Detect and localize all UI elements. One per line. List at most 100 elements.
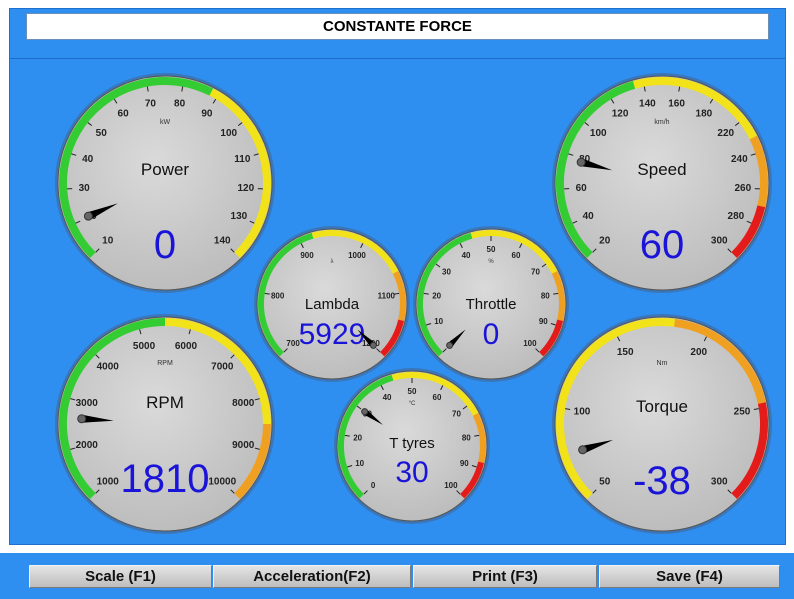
ttyres-tick-label: 100 xyxy=(444,481,458,490)
speed-tick-label: 240 xyxy=(731,154,748,165)
rpm-gauge: 1000 2000 3000 4000 5000 6000 7000 8000 9000 1000… xyxy=(55,314,275,534)
power-gauge: 102030405060708090100110120130140kWPower… xyxy=(55,73,275,293)
torque-gauge-label: Torque xyxy=(636,397,688,416)
ttyres-tick-label: 70 xyxy=(452,410,461,419)
speed-value: 60 xyxy=(640,223,685,267)
lambda-tick-label: 1000 xyxy=(348,251,366,260)
power-tick-label: 70 xyxy=(145,98,157,109)
ttyres-tick-label: 60 xyxy=(433,393,442,402)
rpm-tick-label: 10000 xyxy=(208,476,236,487)
lambda-tick-label: 900 xyxy=(300,251,314,260)
throttle-tick-label: 20 xyxy=(432,291,441,300)
ttyres-needle-hub xyxy=(361,408,369,416)
rpm-tick-label: 9000 xyxy=(232,440,255,451)
rpm-unit-label: RPM xyxy=(157,360,173,367)
rpm-tick-label: 6000 xyxy=(175,341,198,352)
speed-gauge-label: Speed xyxy=(637,160,686,179)
speed-tick-label: 120 xyxy=(612,109,629,120)
power-needle-hub xyxy=(83,211,93,221)
speed-needle-hub xyxy=(576,157,586,167)
power-value: 0 xyxy=(154,223,176,267)
lambda-value: 5929 xyxy=(299,318,366,351)
power-tick-label: 30 xyxy=(79,183,91,194)
power-unit-label: kW xyxy=(160,119,171,126)
power-tick-label: 130 xyxy=(231,211,248,222)
ttyres-tick-label: 40 xyxy=(383,393,392,402)
throttle-tick-label: 100 xyxy=(523,339,537,348)
power-tick-label: 10 xyxy=(102,235,114,246)
gauge-cluster: 102030405060708090100110120130140kWPower… xyxy=(55,73,772,534)
power-tick-label: 100 xyxy=(220,128,237,139)
ttyres-tick-label: 0 xyxy=(371,481,376,490)
throttle-needle-hub xyxy=(446,341,454,349)
speed-tick-label: 140 xyxy=(639,98,656,109)
throttle-tick-label: 10 xyxy=(434,317,443,326)
rpm-tick-label: 1000 xyxy=(97,476,120,487)
ttyres-tick-label: 90 xyxy=(460,459,469,468)
throttle-tick-label: 40 xyxy=(462,251,471,260)
speed-tick-label: 280 xyxy=(728,211,745,222)
throttle-tick-label: 30 xyxy=(442,268,451,277)
power-tick-label: 50 xyxy=(96,128,108,139)
lambda-needle-hub xyxy=(369,341,377,349)
rpm-tick-label: 7000 xyxy=(211,362,234,373)
torque-tick-label: 100 xyxy=(574,406,591,417)
speed-unit-label: km/h xyxy=(654,119,669,126)
throttle-tick-label: 60 xyxy=(512,251,521,260)
speed-tick-label: 20 xyxy=(599,235,611,246)
torque-needle-hub xyxy=(578,445,588,455)
torque-tick-label: 250 xyxy=(734,406,751,417)
rpm-value: 1810 xyxy=(121,457,210,501)
throttle-tick-label: 90 xyxy=(539,317,548,326)
rpm-tick-label: 4000 xyxy=(97,362,120,373)
throttle-tick-label: 80 xyxy=(541,291,550,300)
throttle-tick-label: 50 xyxy=(487,245,496,254)
speed-gauge: 20406080100120140160180220240260280300km… xyxy=(552,73,772,293)
rpm-tick-label: 8000 xyxy=(232,398,255,409)
speed-tick-label: 220 xyxy=(717,128,734,139)
power-tick-label: 140 xyxy=(214,235,231,246)
torque-tick-label: 150 xyxy=(617,347,634,358)
power-tick-label: 110 xyxy=(234,154,251,165)
power-tick-label: 80 xyxy=(174,98,186,109)
throttle-gauge-label: Throttle xyxy=(466,296,517,313)
ttyres-gauge-label: T tyres xyxy=(389,435,435,452)
rpm-tick-label: 2000 xyxy=(76,440,99,451)
ttyres-unit-label: °C xyxy=(409,401,416,407)
lambda-unit-label: λ xyxy=(331,259,334,265)
speed-tick-label: 300 xyxy=(711,235,728,246)
lambda-tick-label: 1100 xyxy=(378,291,396,300)
rpm-gauge-label: RPM xyxy=(146,393,184,412)
app-window: CONSTANTE FORCE 102030405060708090100110… xyxy=(0,0,794,599)
power-tick-label: 120 xyxy=(238,183,255,194)
speed-tick-label: 40 xyxy=(583,211,595,222)
torque-unit-label: Nm xyxy=(657,360,668,367)
power-tick-label: 40 xyxy=(82,154,94,165)
torque-tick-label: 200 xyxy=(690,347,707,358)
throttle-value: 0 xyxy=(483,318,500,351)
lambda-tick-label: 800 xyxy=(271,291,285,300)
save-button[interactable]: Save (F4) xyxy=(599,565,780,588)
ttyres-tick-label: 10 xyxy=(355,459,364,468)
acceleration-button[interactable]: Acceleration(F2) xyxy=(213,565,411,588)
lambda-gauge-label: Lambda xyxy=(305,296,360,313)
torque-tick-label: 300 xyxy=(711,476,728,487)
ttyres-tick-label: 20 xyxy=(353,433,362,442)
print-button[interactable]: Print (F3) xyxy=(413,565,597,588)
lambda-gauge: 700800900100011001200λLambda5929 xyxy=(254,226,410,382)
throttle-unit-label: % xyxy=(488,259,494,265)
speed-tick-label: 260 xyxy=(735,183,752,194)
ttyres-tick-label: 80 xyxy=(462,433,471,442)
throttle-tick-label: 70 xyxy=(531,268,540,277)
torque-tick-label: 50 xyxy=(599,476,611,487)
throttle-gauge: 0102030405060708090100%Throttle0 xyxy=(413,226,569,382)
power-gauge-label: Power xyxy=(141,160,190,179)
speed-tick-label: 60 xyxy=(576,183,588,194)
scale-button[interactable]: Scale (F1) xyxy=(29,565,212,588)
torque-value: -38 xyxy=(633,459,691,503)
power-tick-label: 90 xyxy=(201,109,213,120)
speed-tick-label: 160 xyxy=(668,98,685,109)
speed-tick-label: 180 xyxy=(696,109,713,120)
ttyres-gauge: 0102030405060708090100°CT tyres30 xyxy=(334,368,490,524)
rpm-tick-label: 3000 xyxy=(76,398,99,409)
